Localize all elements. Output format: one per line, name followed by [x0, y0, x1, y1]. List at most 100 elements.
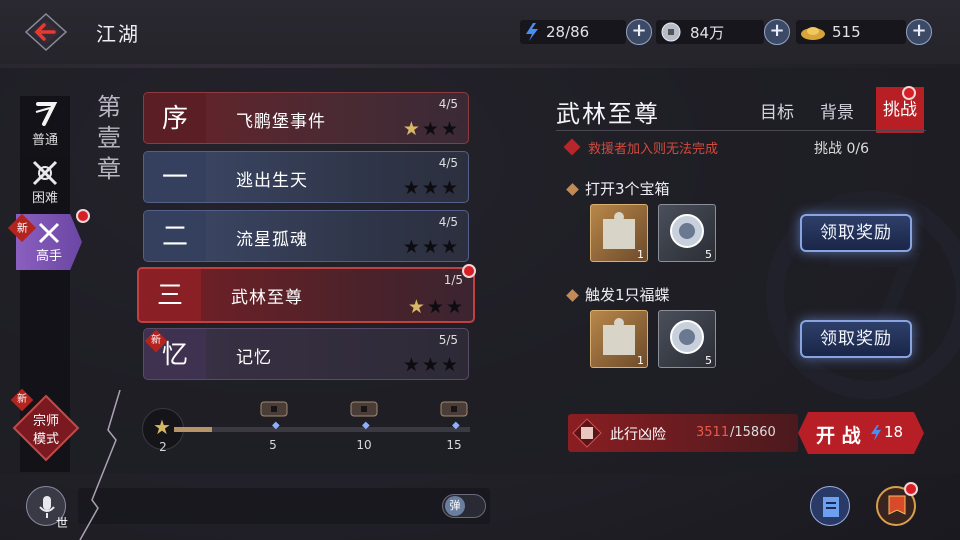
marker-icon: ◆ — [452, 420, 460, 431]
reward-item[interactable]: 1 — [590, 204, 648, 262]
star-progress-fill — [174, 427, 213, 432]
add-gold-button[interactable]: + — [906, 19, 932, 45]
danger-value: 3511 — [696, 425, 730, 440]
difficulty-normal[interactable]: 普通 — [20, 98, 70, 154]
difficulty-label: 高手 — [35, 249, 62, 264]
notification-dot — [902, 86, 916, 100]
stage-stars: ★★★ — [402, 236, 460, 258]
chest-icon — [440, 401, 468, 417]
stage-number: 二 — [144, 211, 206, 261]
stage-number: 序 — [144, 93, 206, 143]
stage-stars: ★★★ — [402, 354, 460, 376]
swords-icon — [38, 222, 60, 244]
back-arrow-icon — [24, 12, 68, 52]
stage-row-memory[interactable]: 忆 记忆 5/5 ★★★ — [143, 328, 469, 380]
stage-name: 飞鹏堡事件 — [236, 112, 326, 132]
stage-stars: ★★★ — [402, 177, 460, 199]
stage-name: 逃出生天 — [236, 171, 308, 191]
stage-name: 流星孤魂 — [236, 230, 308, 250]
chest-icon — [260, 401, 288, 417]
reward-chest-10[interactable] — [349, 398, 379, 418]
stage-progress: 4/5 — [438, 97, 458, 111]
stage-stars: ★★★ — [402, 118, 460, 140]
game-screen: 江湖 28/86 + 84万 + 515 + 普通 困难 高手 新 第 壹 章 … — [0, 0, 960, 540]
add-silver-button[interactable]: + — [764, 19, 790, 45]
notification-dot — [462, 264, 476, 278]
energy-value: 28/86 — [546, 23, 590, 41]
danmaku-label: 弹 — [445, 496, 465, 516]
tab-objective[interactable]: 目标 — [760, 98, 794, 123]
quest-label: 触发1只福蝶 — [566, 284, 670, 305]
challenge-counter: 挑战 0/6 — [814, 141, 869, 157]
reward-item[interactable]: 5 — [658, 310, 716, 368]
stage-number: 三 — [139, 269, 201, 321]
reward-chest-5[interactable] — [259, 398, 289, 418]
bullet-icon — [566, 183, 579, 196]
claim-reward-button[interactable]: 领取奖励 — [800, 214, 912, 252]
stage-progress: 4/5 — [438, 156, 458, 170]
chat-input[interactable] — [78, 488, 490, 524]
stage-progress: 5/5 — [438, 333, 458, 347]
star-total: 2 — [159, 440, 167, 454]
stage-number: 一 — [144, 152, 206, 202]
reward-item[interactable]: 1 — [590, 310, 648, 368]
gold-ingot-icon — [801, 27, 825, 40]
danger-max: /15860 — [730, 425, 776, 440]
tab-challenge[interactable]: 挑战 — [876, 87, 924, 133]
crossed-swords-icon — [32, 160, 58, 186]
start-battle-button[interactable]: 开 战 18 — [798, 412, 924, 454]
reward-chest-15[interactable] — [439, 398, 469, 418]
stage-row-prologue[interactable]: 序 飞鹏堡事件 4/5 ★★★ — [143, 92, 469, 144]
scroll-icon — [572, 418, 602, 448]
stage-row-2[interactable]: 二 流星孤魂 4/5 ★★★ — [143, 210, 469, 262]
stage-stars: ★★★ — [407, 296, 465, 318]
danmaku-toggle[interactable]: 弹 — [442, 494, 486, 518]
mail-button[interactable] — [810, 486, 850, 526]
marker-icon: ◆ — [362, 420, 370, 431]
warning-text: 救援者加入则无法完成 — [563, 138, 718, 157]
difficulty-hard[interactable]: 困难 — [20, 156, 70, 212]
lightning-icon — [871, 425, 881, 441]
danger-bar: 此行凶险 3511 /15860 — [568, 414, 798, 452]
silver-value: 84万 — [690, 23, 725, 42]
world-channel-label: 世 — [56, 516, 69, 530]
scroll-list-icon — [823, 497, 839, 517]
chest-icon — [350, 401, 378, 417]
gold-value: 515 — [832, 23, 861, 41]
brush-icon — [35, 102, 58, 126]
quest-label: 打开3个宝箱 — [566, 178, 670, 199]
top-bar: 江湖 28/86 + 84万 + 515 + — [0, 0, 960, 64]
milestone-label: 15 — [446, 438, 462, 452]
reward-qty: 5 — [705, 248, 712, 261]
stage-name: 武林至尊 — [231, 288, 303, 308]
reward-qty: 1 — [637, 354, 644, 367]
page-title: 江湖 — [96, 22, 140, 46]
lightning-crack-decoration — [79, 390, 121, 540]
energy-resource: 28/86 + — [520, 18, 652, 46]
stage-row-3-selected[interactable]: 三 武林至尊 1/5 ★★★ — [137, 267, 475, 323]
danger-label: 此行凶险 — [610, 427, 666, 443]
lightning-icon — [526, 23, 538, 41]
notification-dot — [76, 209, 90, 223]
back-button[interactable] — [24, 12, 68, 52]
stage-progress: 1/5 — [443, 273, 463, 287]
tab-background[interactable]: 背景 — [820, 98, 854, 123]
reward-item[interactable]: 5 — [658, 204, 716, 262]
milestone-label: 10 — [356, 438, 372, 452]
stage-row-1[interactable]: 一 逃出生天 4/5 ★★★ — [143, 151, 469, 203]
difficulty-label: 困难 — [31, 191, 58, 206]
reward-qty: 1 — [637, 248, 644, 261]
chapter-label: 第 壹 章 — [97, 93, 121, 183]
start-battle-label: 开 战 — [816, 425, 861, 447]
milestone-label: 5 — [269, 438, 277, 452]
bullet-icon — [566, 289, 579, 302]
silver-coin-icon — [661, 22, 681, 42]
difficulty-label: 普通 — [31, 133, 58, 148]
add-energy-button[interactable]: + — [626, 19, 652, 45]
marker-icon: ◆ — [272, 420, 280, 431]
stage-progress: 4/5 — [438, 215, 458, 229]
claim-reward-button[interactable]: 领取奖励 — [800, 320, 912, 358]
reward-qty: 5 — [705, 354, 712, 367]
energy-cost: 18 — [884, 423, 904, 441]
stage-detail-title: 武林至尊 — [556, 100, 660, 128]
